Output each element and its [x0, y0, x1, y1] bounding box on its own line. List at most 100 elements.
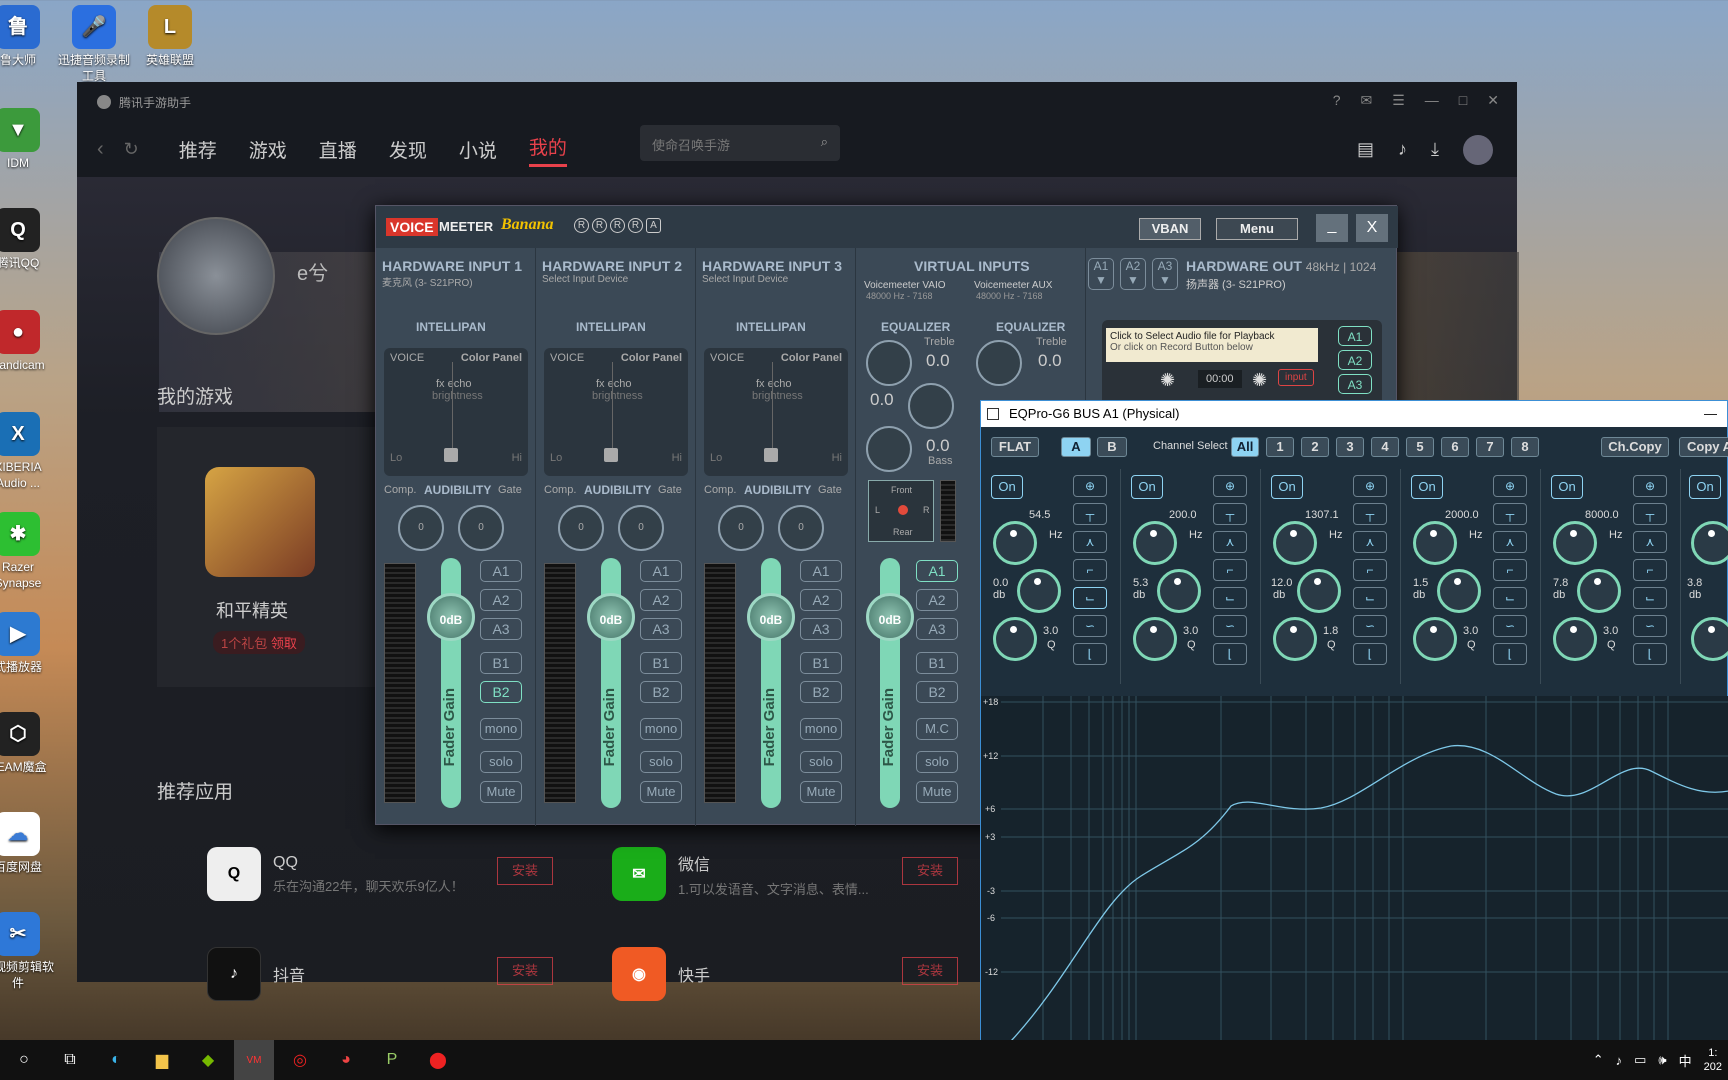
- minimize-icon[interactable]: —: [1425, 92, 1439, 109]
- comp-knob[interactable]: 0: [718, 505, 764, 551]
- route-a2-button[interactable]: A2: [480, 589, 522, 611]
- player-display[interactable]: Click to Select Audio file for Playback …: [1106, 328, 1318, 362]
- install-button[interactable]: 安装: [497, 957, 553, 985]
- mute-button[interactable]: Mute: [640, 781, 682, 803]
- player-a2-button[interactable]: A2: [1338, 350, 1372, 370]
- high-shelf-icon[interactable]: ⌙: [1493, 587, 1527, 609]
- route-b1-button[interactable]: B1: [916, 652, 958, 674]
- mono-button[interactable]: mono: [640, 718, 682, 740]
- q-knob[interactable]: [993, 617, 1037, 661]
- mail-icon[interactable]: ✉: [1361, 92, 1373, 109]
- fader-gain-knob[interactable]: 0dB: [866, 593, 914, 641]
- channel-3-button[interactable]: 3: [1336, 437, 1364, 457]
- intellipan-pad[interactable]: VOICE Color Panel fx echo brightness Lo …: [544, 348, 688, 476]
- gate-knob[interactable]: 0: [458, 505, 504, 551]
- pan-handle[interactable]: [444, 448, 458, 462]
- channel-6-button[interactable]: 6: [1441, 437, 1469, 457]
- band-on-button[interactable]: On: [1131, 475, 1163, 499]
- treble-knob[interactable]: [866, 340, 912, 386]
- highpass-icon[interactable]: ⌊: [1073, 643, 1107, 665]
- comp-knob[interactable]: 0: [398, 505, 444, 551]
- desktop-icon[interactable]: ▼ IDM: [0, 108, 58, 171]
- solo-button[interactable]: solo: [480, 751, 522, 773]
- channel-4-button[interactable]: 4: [1371, 437, 1399, 457]
- pan-handle[interactable]: [764, 448, 778, 462]
- profile-avatar[interactable]: [157, 217, 275, 335]
- freq-knob[interactable]: [1691, 521, 1728, 565]
- nvidia-icon[interactable]: ◆: [188, 1040, 228, 1080]
- minimize-button[interactable]: _: [1316, 214, 1348, 242]
- high-shelf-icon[interactable]: ⌙: [1073, 587, 1107, 609]
- notch-icon[interactable]: ┬: [1073, 503, 1107, 525]
- route-b1-button[interactable]: B1: [480, 652, 522, 674]
- microphone-icon[interactable]: ♪: [1616, 1053, 1623, 1068]
- solo-button[interactable]: solo: [916, 751, 958, 773]
- fader-gain-knob[interactable]: 0dB: [587, 593, 635, 641]
- file-explorer-icon[interactable]: ▆: [142, 1040, 182, 1080]
- nav-recommend[interactable]: 推荐: [179, 136, 217, 163]
- desktop-icon[interactable]: Q 腾讯QQ: [0, 208, 58, 271]
- volume-icon[interactable]: 🕪: [1658, 1052, 1666, 1068]
- channel-7-button[interactable]: 7: [1476, 437, 1504, 457]
- download-icon[interactable]: ⤓: [1431, 139, 1439, 160]
- menu-icon[interactable]: ☰: [1392, 92, 1405, 109]
- message-icon[interactable]: ▤: [1357, 139, 1374, 160]
- low-shelf-icon[interactable]: ⌐: [1213, 559, 1247, 581]
- highpass-icon[interactable]: ⌊: [1353, 643, 1387, 665]
- highpass-icon[interactable]: ⌊: [1633, 643, 1667, 665]
- route-b2-button[interactable]: B2: [640, 681, 682, 703]
- q-knob[interactable]: [1413, 617, 1457, 661]
- ch-copy-button[interactable]: Ch.Copy: [1601, 437, 1669, 457]
- route-b2-button[interactable]: B2: [480, 681, 522, 703]
- low-shelf-icon[interactable]: ⌐: [1493, 559, 1527, 581]
- q-knob[interactable]: [1691, 617, 1728, 661]
- route-a3-button[interactable]: A3: [640, 618, 682, 640]
- channel-8-button[interactable]: 8: [1511, 437, 1539, 457]
- vban-button[interactable]: VBAN: [1139, 218, 1201, 240]
- notch-icon[interactable]: ┬: [1493, 503, 1527, 525]
- a1-out-select[interactable]: A1 ▼: [1088, 258, 1114, 290]
- band-on-button[interactable]: On: [991, 475, 1023, 499]
- lowpass-icon[interactable]: ∽: [1493, 615, 1527, 637]
- fader-gain-knob[interactable]: 0dB: [427, 593, 475, 641]
- route-a3-button[interactable]: A3: [800, 618, 842, 640]
- channel-2-button[interactable]: 2: [1301, 437, 1329, 457]
- game-gift[interactable]: 1个礼包 领取: [213, 631, 305, 654]
- gift-claim-link[interactable]: 领取: [271, 636, 297, 651]
- low-shelf-icon[interactable]: ⌐: [1633, 559, 1667, 581]
- gear-icon[interactable]: ✺: [1160, 370, 1175, 391]
- mute-button[interactable]: Mute: [916, 781, 958, 803]
- player-a3-button[interactable]: A3: [1338, 374, 1372, 394]
- lowpass-icon[interactable]: ∽: [1633, 615, 1667, 637]
- nav-discover[interactable]: 发现: [389, 136, 427, 163]
- app-item-kuaishou[interactable]: ◉ 快手: [612, 947, 710, 1001]
- nav-novel[interactable]: 小说: [459, 136, 497, 163]
- q-knob[interactable]: [1133, 617, 1177, 661]
- game-card[interactable]: 和平精英 1个礼包 领取: [157, 427, 397, 687]
- freq-knob[interactable]: [1273, 521, 1317, 565]
- desktop-icon[interactable]: ☁ 百度网盘: [0, 812, 58, 875]
- app-item-qq[interactable]: Q QQ 乐在沟通22年，聊天欢乐9亿人！: [207, 847, 464, 901]
- band-on-button[interactable]: On: [1411, 475, 1443, 499]
- desktop-icon[interactable]: ▶ 式播放器: [0, 612, 58, 675]
- netease-music-icon[interactable]: ◎: [280, 1040, 320, 1080]
- input-device-select[interactable]: Select Input Device: [542, 274, 695, 285]
- intellipan-pad[interactable]: VOICE Color Panel fx echo brightness Lo …: [704, 348, 848, 476]
- close-icon[interactable]: ✕: [1487, 92, 1499, 109]
- gear-icon[interactable]: ✺: [1252, 370, 1267, 391]
- preset-b-button[interactable]: B: [1097, 437, 1127, 457]
- input-selector[interactable]: input: [1278, 369, 1314, 386]
- record-icon[interactable]: ⬤: [418, 1040, 458, 1080]
- tencent-assistant-icon[interactable]: ◕: [326, 1040, 366, 1080]
- gain-knob[interactable]: [1017, 569, 1061, 613]
- gain-knob[interactable]: [1577, 569, 1621, 613]
- nav-mine[interactable]: 我的: [528, 133, 567, 167]
- task-view-icon[interactable]: ⧉: [50, 1040, 90, 1080]
- notch-icon[interactable]: ┬: [1633, 503, 1667, 525]
- avatar[interactable]: [1463, 134, 1493, 165]
- nav-live[interactable]: 直播: [319, 136, 357, 163]
- install-button[interactable]: 安装: [497, 857, 553, 885]
- minimize-icon[interactable]: —: [1704, 401, 1717, 427]
- bell-icon[interactable]: ⊕: [1213, 475, 1247, 497]
- highpass-icon[interactable]: ⌊: [1493, 643, 1527, 665]
